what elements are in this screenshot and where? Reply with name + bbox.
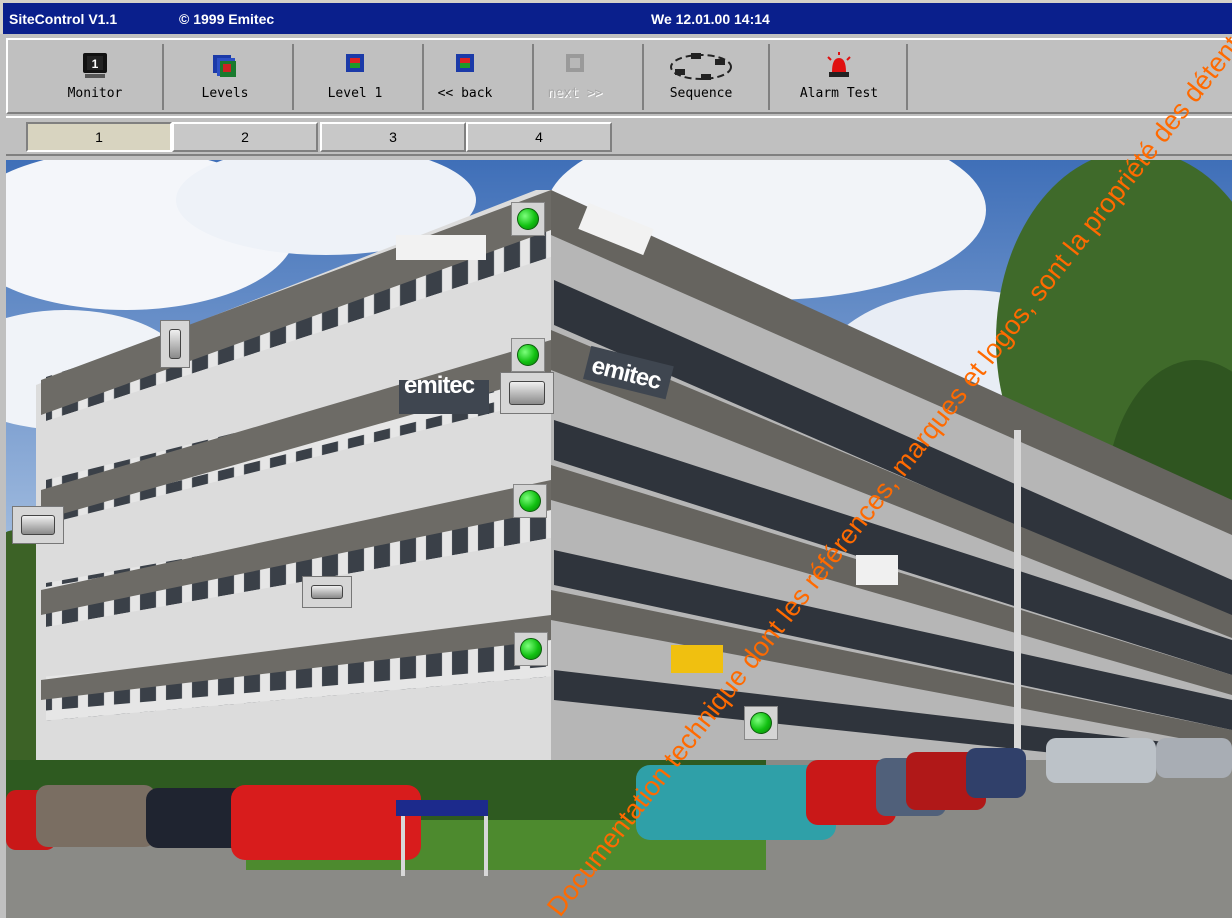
svg-text:1: 1 [92, 57, 99, 71]
datetime-display: We 12.01.00 14:14 [651, 11, 770, 27]
camera-icon[interactable] [12, 506, 64, 544]
level-icon [344, 52, 366, 80]
levels-label: Levels [201, 86, 249, 101]
levels-button[interactable]: Levels [158, 44, 294, 110]
status-ok-dot [517, 344, 539, 366]
camera-icon[interactable] [160, 320, 190, 368]
app-title: SiteControl V1.1 [9, 11, 118, 27]
page-tab-3[interactable]: 3 [320, 122, 466, 152]
sensor-indicator[interactable] [511, 202, 545, 236]
title-bar: SiteControl V1.1 © 1999 Emitec We 12.01.… [0, 0, 1232, 34]
sequence-label: Sequence [669, 86, 733, 101]
site-view: emitec emitec [6, 160, 1232, 918]
camera-icon[interactable] [500, 372, 554, 414]
levels-icon [210, 52, 240, 84]
next-button[interactable]: next >> [508, 44, 644, 110]
camera-body [311, 585, 343, 599]
building-photo [6, 160, 1232, 918]
toolbar: 1 Monitor Levels Level 1 << back next >>… [6, 38, 1232, 114]
status-ok-dot [517, 208, 539, 230]
sensor-indicator[interactable] [514, 632, 548, 666]
page-tab-bar: 1 2 3 4 [6, 116, 1232, 156]
sequence-button[interactable]: Sequence [634, 44, 770, 110]
alarm-siren-icon [824, 52, 854, 84]
page-tab-1[interactable]: 1 [26, 122, 172, 152]
status-ok-dot [750, 712, 772, 734]
next-icon [564, 52, 586, 80]
monitor-icon: 1 [80, 52, 110, 84]
sensor-indicator[interactable] [511, 338, 545, 372]
page-tab-2[interactable]: 2 [172, 122, 318, 152]
camera-body [21, 515, 55, 535]
next-label: next >> [547, 86, 603, 101]
camera-body [169, 329, 181, 359]
sequence-icon [665, 50, 737, 88]
page-tab-4[interactable]: 4 [466, 122, 612, 152]
monitor-button[interactable]: 1 Monitor [28, 44, 164, 110]
camera-body [509, 381, 545, 405]
status-ok-dot [519, 490, 541, 512]
back-icon [454, 52, 476, 80]
building-sign-left: emitec [404, 372, 475, 399]
copyright-text: © 1999 Emitec [179, 11, 275, 27]
sensor-indicator[interactable] [513, 484, 547, 518]
alarm-test-button[interactable]: Alarm Test [772, 44, 908, 110]
camera-icon[interactable] [302, 576, 352, 608]
alarm-test-label: Alarm Test [799, 86, 879, 101]
monitor-label: Monitor [67, 86, 123, 101]
status-ok-dot [520, 638, 542, 660]
sensor-indicator[interactable] [744, 706, 778, 740]
